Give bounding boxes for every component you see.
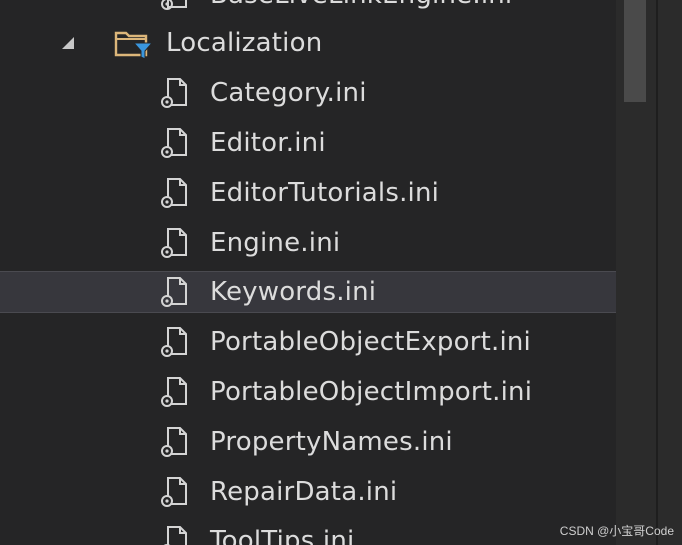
scrollbar-thumb[interactable] bbox=[624, 0, 646, 102]
config-file-icon bbox=[161, 178, 187, 208]
tree-item-engine[interactable]: Engine.ini bbox=[0, 222, 616, 264]
config-file-icon bbox=[161, 128, 187, 158]
expand-triangle-icon[interactable] bbox=[60, 34, 78, 52]
config-file-icon bbox=[161, 327, 187, 357]
config-file-icon bbox=[161, 377, 187, 407]
folder-label: Localization bbox=[166, 28, 323, 58]
tree-item-editor[interactable]: Editor.ini bbox=[0, 122, 616, 164]
config-file-icon bbox=[161, 78, 187, 108]
tree-item-label: Keywords.ini bbox=[210, 277, 377, 307]
watermark-text: CSDN @小宝哥Code bbox=[559, 524, 674, 538]
tree-item-label: PortableObjectExport.ini bbox=[210, 327, 531, 357]
tree-item-label: PortableObjectImport.ini bbox=[210, 377, 533, 407]
tree-item-label: RepairData.ini bbox=[210, 477, 398, 507]
divider bbox=[656, 0, 658, 545]
tree-item-label: Category.ini bbox=[210, 78, 367, 108]
tree-item-label: BaseLiveLinkEngine.ini bbox=[210, 0, 512, 16]
file-tree: BaseLiveLinkEngine.ini Localization Cate… bbox=[0, 0, 616, 545]
solution-explorer: BaseLiveLinkEngine.ini Localization Cate… bbox=[0, 0, 682, 545]
tree-item-label: PropertyNames.ini bbox=[210, 427, 453, 457]
tree-item-category[interactable]: Category.ini bbox=[0, 72, 616, 114]
tree-item-propertynames[interactable]: PropertyNames.ini bbox=[0, 421, 616, 463]
tree-item-label: ToolTips.ini bbox=[210, 526, 355, 545]
tree-item-partial[interactable]: BaseLiveLinkEngine.ini bbox=[0, 0, 616, 16]
tree-item-tooltips[interactable]: ToolTips.ini bbox=[0, 520, 616, 545]
config-file-icon bbox=[161, 477, 187, 507]
tree-item-label: Editor.ini bbox=[210, 128, 326, 158]
tree-item-portableobjectexport[interactable]: PortableObjectExport.ini bbox=[0, 321, 616, 363]
config-file-icon bbox=[161, 427, 187, 457]
config-file-icon bbox=[161, 228, 187, 258]
tree-folder-localization[interactable]: Localization bbox=[0, 22, 616, 64]
tree-item-label: Engine.ini bbox=[210, 228, 341, 258]
tree-item-repairdata[interactable]: RepairData.ini bbox=[0, 471, 616, 513]
tree-item-label: EditorTutorials.ini bbox=[210, 178, 440, 208]
tree-item-portableobjectimport[interactable]: PortableObjectImport.ini bbox=[0, 371, 616, 413]
config-file-icon bbox=[163, 526, 187, 545]
filtered-folder-icon bbox=[114, 31, 154, 60]
tree-item-editortutorials[interactable]: EditorTutorials.ini bbox=[0, 172, 616, 214]
config-file-icon bbox=[161, 0, 187, 10]
config-file-icon bbox=[161, 277, 187, 307]
tree-item-keywords[interactable]: Keywords.ini bbox=[0, 271, 616, 313]
